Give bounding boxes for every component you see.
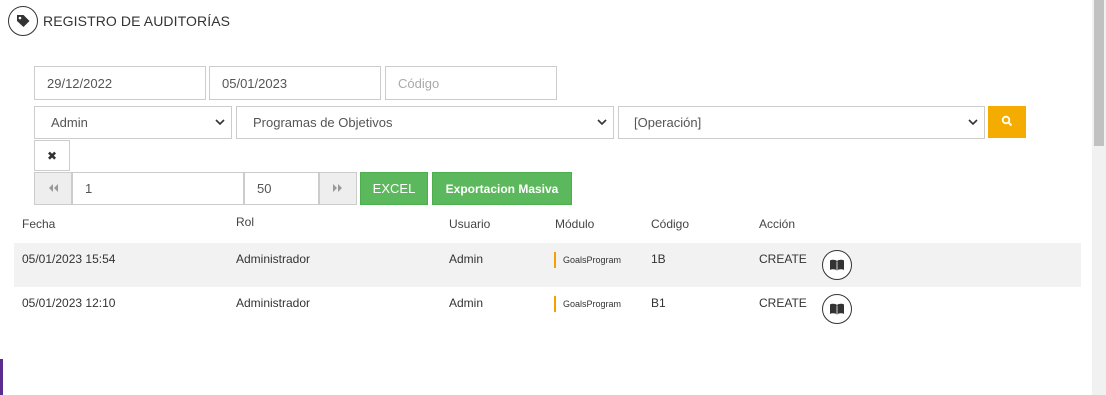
cell-accion: CREATE — [759, 296, 807, 310]
clear-filters-button[interactable]: ✖ — [34, 140, 70, 171]
table-row: 05/01/2023 12:10 Administrador Admin Goa… — [14, 287, 1081, 331]
forward-icon — [332, 182, 344, 196]
column-header-usuario: Usuario — [449, 217, 491, 231]
search-button[interactable] — [988, 106, 1026, 138]
page-number-input[interactable]: 1 — [72, 172, 244, 205]
chevron-down-icon — [968, 118, 978, 128]
scrollbar-thumb[interactable] — [1094, 0, 1104, 146]
vertical-scrollbar[interactable] — [1092, 0, 1106, 395]
tag-icon — [8, 6, 38, 36]
column-header-fecha: Fecha — [22, 217, 56, 231]
date-to-field[interactable]: 05/01/2023 — [209, 66, 381, 100]
cell-usuario: Admin — [449, 296, 484, 310]
backward-icon — [47, 182, 59, 196]
module-tag: GoalsProgram — [554, 252, 621, 268]
chevron-down-icon — [215, 118, 225, 128]
table-row: 05/01/2023 15:54 Administrador Admin Goa… — [14, 243, 1081, 287]
previous-page-button[interactable] — [34, 172, 72, 205]
code-input[interactable]: Código — [385, 66, 557, 100]
cell-rol: Administrador — [236, 252, 311, 266]
page-title: REGISTRO DE AUDITORÍAS — [43, 13, 231, 29]
module-tag: GoalsProgram — [554, 296, 621, 312]
date-from-field[interactable]: 29/12/2022 — [34, 66, 206, 100]
cell-accion: CREATE — [759, 252, 807, 266]
chevron-down-icon — [597, 118, 607, 128]
module-select[interactable]: Programas de Objetivos — [236, 106, 614, 139]
search-icon — [1001, 115, 1013, 130]
excel-button[interactable]: EXCEL — [360, 172, 428, 205]
book-icon[interactable] — [822, 250, 852, 280]
left-accent-bar — [0, 359, 3, 395]
operation-select-value: [Operación] — [634, 115, 702, 130]
role-select[interactable]: Admin — [34, 106, 232, 139]
close-icon: ✖ — [46, 148, 58, 163]
cell-codigo: B1 — [651, 296, 666, 310]
module-select-value: Programas de Objetivos — [253, 115, 393, 130]
page-header: REGISTRO DE AUDITORÍAS — [8, 6, 230, 36]
next-page-button[interactable] — [319, 172, 357, 205]
column-header-codigo: Código — [651, 217, 690, 231]
cell-codigo: 1B — [651, 252, 666, 266]
cell-usuario: Admin — [449, 252, 484, 266]
book-icon[interactable] — [822, 294, 852, 324]
cell-fecha: 05/01/2023 15:54 — [22, 252, 116, 266]
role-select-value: Admin — [51, 115, 88, 130]
column-header-accion: Acción — [759, 217, 796, 231]
page-size-input[interactable]: 50 — [244, 172, 319, 205]
cell-fecha: 05/01/2023 12:10 — [22, 296, 116, 310]
operation-select[interactable]: [Operación] — [618, 106, 985, 139]
column-header-rol: Rol — [236, 215, 255, 229]
bulk-export-button[interactable]: Exportacion Masiva — [432, 172, 572, 205]
cell-rol: Administrador — [236, 296, 311, 310]
column-header-modulo: Módulo — [555, 217, 595, 231]
